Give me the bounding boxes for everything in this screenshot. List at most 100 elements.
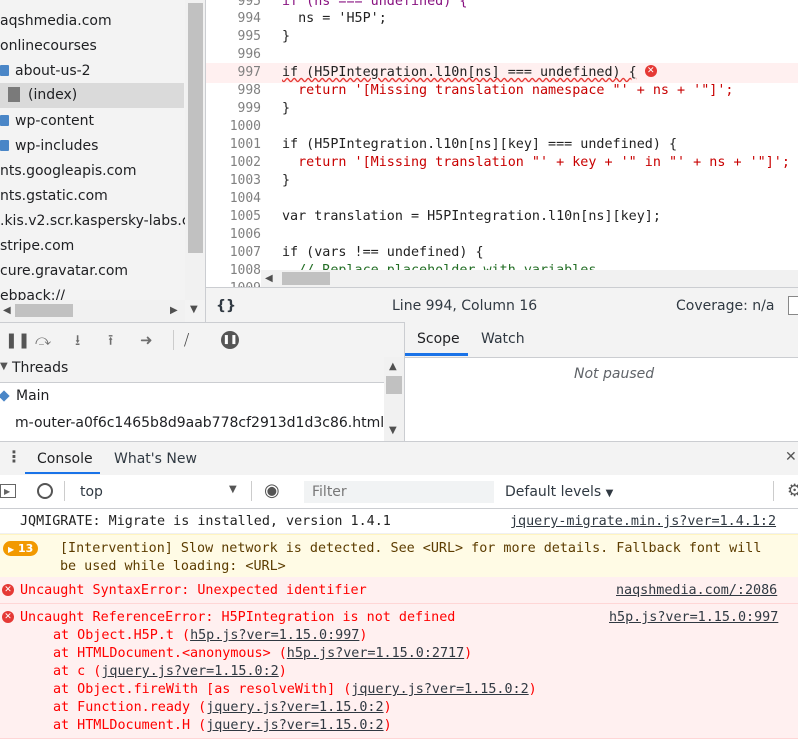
threads-scroll-thumb[interactable] — [386, 376, 402, 394]
line-number[interactable]: 1000 — [206, 119, 261, 134]
toggle-panel-icon[interactable] — [788, 296, 798, 315]
tab-console[interactable]: Console — [37, 451, 93, 467]
close-drawer-icon[interactable]: ✕ — [785, 449, 797, 465]
editor-horizontal-scrollbar[interactable] — [261, 270, 798, 287]
eye-icon[interactable]: ◉ — [264, 480, 280, 501]
line-number[interactable]: 1003 — [206, 173, 261, 188]
source-link[interactable]: jquery.js?ver=1.15.0:2 — [206, 718, 383, 733]
line-number[interactable]: 1007 — [206, 245, 261, 260]
tree-item-domain[interactable]: nts.gstatic.com — [0, 184, 108, 209]
chevron-down-icon[interactable]: ▼ — [229, 484, 237, 495]
clear-console-icon[interactable] — [37, 483, 53, 499]
tree-scroll-thumb[interactable] — [188, 3, 203, 253]
line-number[interactable]: 1004 — [206, 191, 261, 206]
tree-item-domain[interactable]: .kis.v2.scr.kaspersky-labs.com — [0, 209, 205, 234]
source-link[interactable]: naqshmedia.com/:2086 — [616, 583, 777, 598]
line-gutter: 995 994 995 996 997 998 999 1000 1001 10… — [206, 0, 261, 296]
console-prompt[interactable] — [0, 739, 798, 748]
active-tab-indicator — [405, 353, 468, 356]
line-number[interactable]: 1006 — [206, 227, 261, 242]
context-select[interactable]: top — [80, 484, 103, 500]
scroll-left-arrow-icon[interactable]: ◀ — [3, 305, 11, 316]
error-icon: ✕ — [2, 584, 14, 596]
gear-icon[interactable]: ⚙ — [787, 481, 798, 501]
source-link[interactable]: jquery.js?ver=1.15.0:2 — [206, 700, 383, 715]
source-link[interactable]: jquery-migrate.min.js?ver=1.4.1:2 — [510, 514, 776, 529]
tree-item-folder[interactable]: wp-content — [0, 109, 94, 134]
tab-whats-new[interactable]: What's New — [114, 451, 197, 467]
code-line[interactable]: if (ns === undefined) { — [282, 0, 467, 9]
log-levels-dropdown[interactable]: Default levels ▼ — [505, 484, 613, 500]
stack-frame: at HTMLDocument.H (jquery.js?ver=1.15.0:… — [53, 718, 392, 733]
thread-item-main[interactable]: Main — [0, 383, 384, 410]
line-number[interactable]: 994 — [206, 11, 261, 26]
line-number[interactable]: 997 — [206, 65, 261, 80]
console-message-warning: ▶ 13 [Intervention] Slow network is dete… — [0, 534, 798, 578]
filter-input[interactable]: Filter — [304, 481, 494, 503]
tree-item-domain[interactable]: stripe.com — [0, 234, 74, 259]
stack-frame: at HTMLDocument.<anonymous> (h5p.js?ver=… — [53, 646, 473, 661]
code-line[interactable]: var translation = H5PIntegration.l10n[ns… — [282, 209, 661, 224]
step-out-icon[interactable]: ⭱ — [108, 331, 113, 349]
line-number[interactable]: 1002 — [206, 155, 261, 170]
collapse-arrow-icon: ▼ — [0, 361, 8, 372]
tree-item-domain[interactable]: aqshmedia.com — [0, 9, 112, 34]
deactivate-breakpoints-icon[interactable]: ⧸ — [184, 331, 189, 349]
code-line[interactable]: } — [282, 173, 290, 188]
scroll-down-arrow-icon[interactable]: ▼ — [389, 425, 397, 436]
folder-icon — [0, 139, 9, 151]
pause-on-exceptions-icon[interactable]: ❚❚ — [221, 331, 239, 349]
pretty-print-icon[interactable]: {} — [216, 298, 236, 314]
code-line[interactable]: if (H5PIntegration.l10n[ns][key] === und… — [282, 137, 677, 152]
threads-header[interactable]: ▼ Threads — [0, 357, 384, 383]
source-link[interactable]: jquery.js?ver=1.15.0:2 — [351, 682, 528, 697]
tree-item-domain[interactable]: nts.googleapis.com — [0, 159, 137, 184]
code-line[interactable]: if (vars !== undefined) { — [282, 245, 484, 260]
source-link[interactable]: h5p.js?ver=1.15.0:997 — [609, 610, 778, 625]
toolbar-divider — [64, 481, 65, 501]
line-number[interactable]: 1005 — [206, 209, 261, 224]
source-link[interactable]: jquery.js?ver=1.15.0:2 — [101, 664, 278, 679]
line-number[interactable]: 1001 — [206, 137, 261, 152]
line-number[interactable]: 999 — [206, 101, 261, 116]
code-line-error[interactable]: if (H5PIntegration.l10n[ns] === undefine… — [282, 65, 657, 80]
pause-icon[interactable]: ❚❚ — [5, 331, 30, 349]
tab-scope[interactable]: Scope — [417, 331, 460, 347]
more-options-icon[interactable]: ⋮ — [6, 449, 22, 465]
folder-icon — [0, 64, 9, 76]
line-number[interactable]: 995 — [206, 29, 261, 44]
step-icon[interactable]: ➜ — [140, 331, 153, 349]
line-number[interactable]: 998 — [206, 83, 261, 98]
source-link[interactable]: h5p.js?ver=1.15.0:997 — [190, 628, 359, 643]
file-icon — [8, 86, 20, 102]
drawer-tab-bar: ⋮ Console What's New ✕ — [0, 441, 798, 476]
tab-watch[interactable]: Watch — [481, 331, 525, 347]
tree-item-folder[interactable]: about-us-2 — [0, 59, 91, 84]
tree-item-domain[interactable]: onlinecourses — [0, 34, 97, 59]
scroll-down-arrow-icon[interactable]: ▼ — [190, 304, 198, 315]
scroll-up-arrow-icon[interactable]: ▲ — [389, 361, 397, 372]
line-number[interactable]: 995 — [206, 0, 261, 9]
code-line[interactable]: } — [282, 29, 290, 44]
thread-item[interactable]: m-outer-a0f6c1465b8d9aab778cf2913d1d3c86… — [0, 410, 399, 437]
line-number[interactable]: 1008 — [206, 263, 261, 278]
step-over-icon[interactable]: ⤼ — [35, 331, 51, 349]
tree-item-domain[interactable]: cure.gravatar.com — [0, 259, 128, 284]
active-tab-indicator — [25, 472, 100, 474]
code-line[interactable]: } — [282, 101, 290, 116]
tree-item-file-selected[interactable]: (index) — [0, 83, 184, 108]
stack-frame: at Object.H5P.t (h5p.js?ver=1.15.0:997) — [53, 628, 368, 643]
scroll-left-arrow-icon[interactable]: ◀ — [265, 273, 273, 284]
code-line[interactable]: return '[Missing translation namespace "… — [282, 83, 733, 98]
code-line[interactable]: ns = 'H5P'; — [282, 11, 387, 26]
step-into-icon[interactable]: ⭳ — [75, 331, 80, 349]
code-line[interactable]: return '[Missing translation "' + key + … — [282, 155, 790, 170]
tree-item-folder[interactable]: wp-includes — [0, 134, 98, 159]
line-number[interactable]: 996 — [206, 47, 261, 62]
coverage-status[interactable]: Coverage: n/a — [676, 298, 774, 314]
tree-hscroll-thumb[interactable] — [15, 304, 73, 317]
error-icon[interactable]: ✕ — [644, 65, 657, 77]
source-link[interactable]: h5p.js?ver=1.15.0:2717 — [287, 646, 464, 661]
scroll-right-arrow-icon[interactable]: ▶ — [170, 305, 178, 316]
editor-hscroll-thumb[interactable] — [282, 272, 330, 285]
